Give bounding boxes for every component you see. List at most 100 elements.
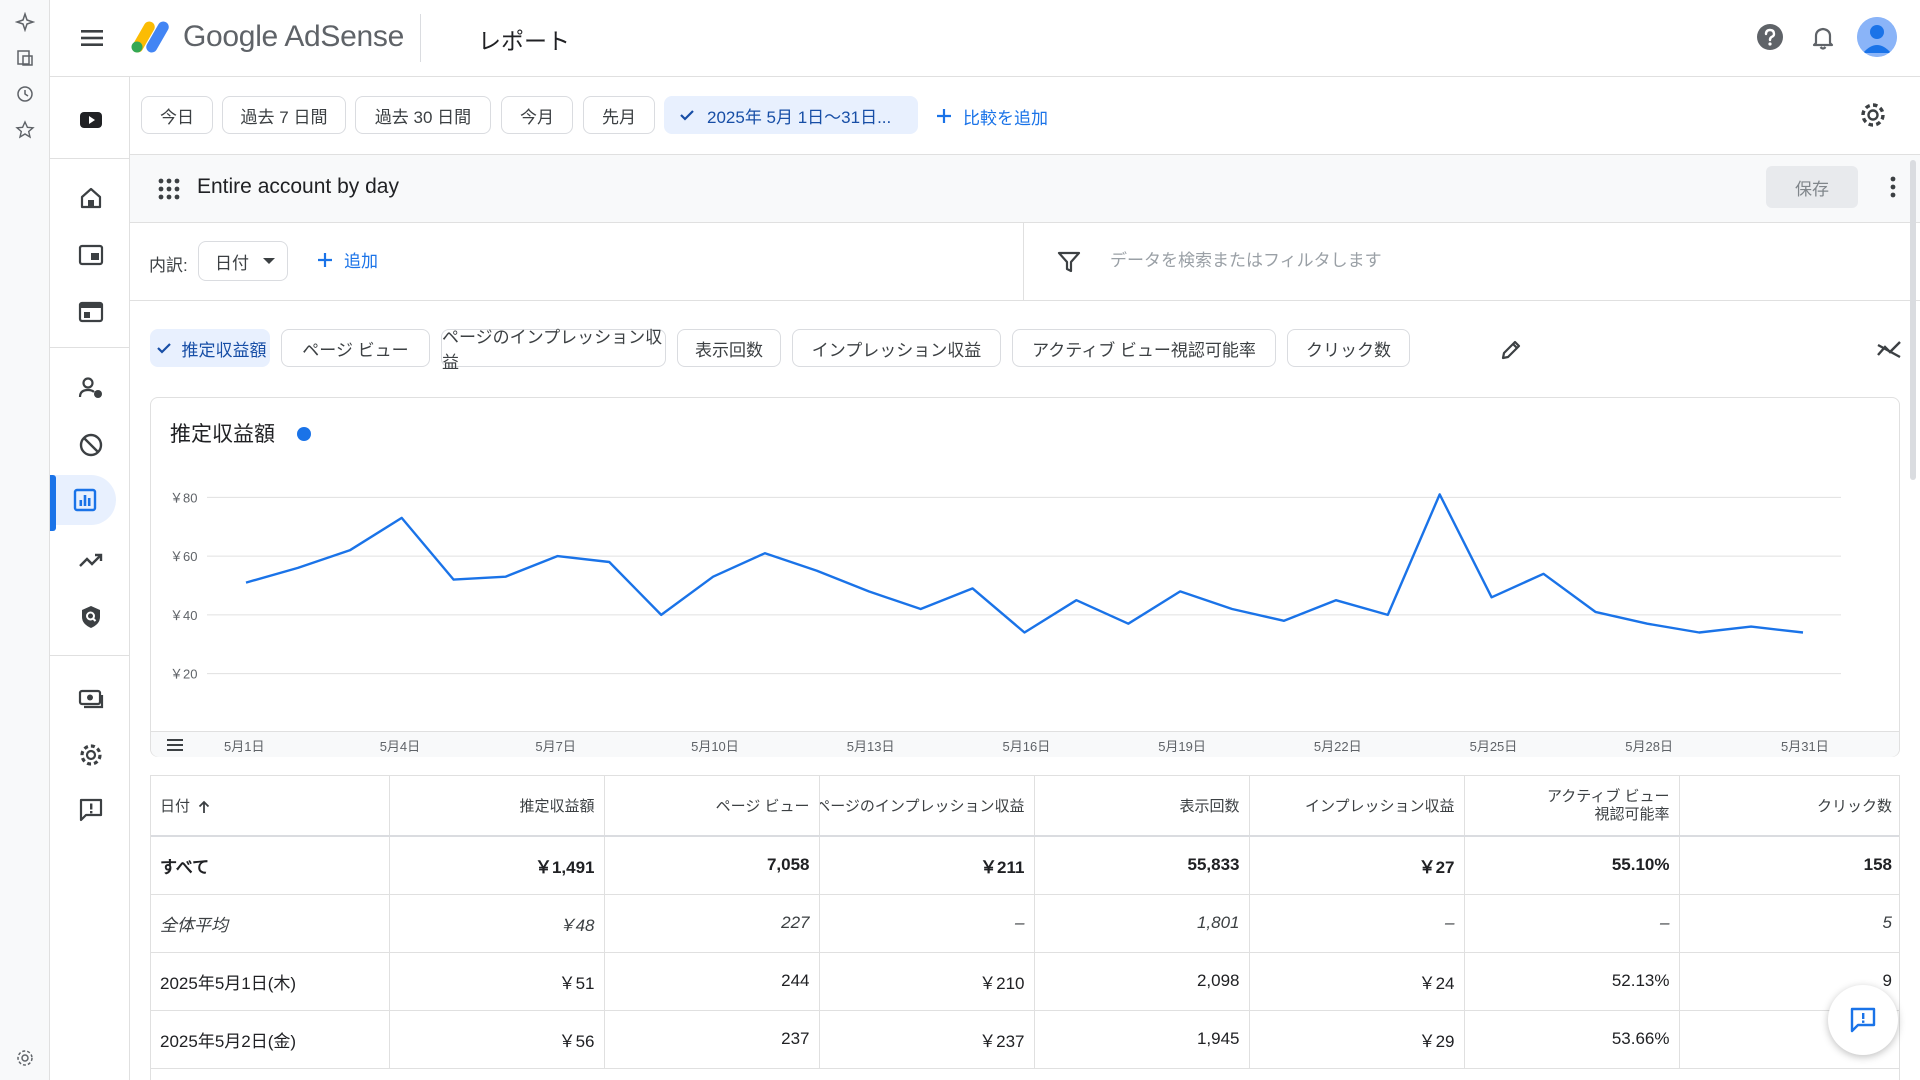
metric-chip-active-view-viewable[interactable]: アクティブ ビュー視認可能率 [1012, 329, 1276, 367]
date-chip-last-7-days[interactable]: 過去 7 日間 [222, 96, 346, 134]
breakdown-dimension-select[interactable]: 日付 [198, 241, 288, 281]
report-name[interactable]: Entire account by day [197, 175, 399, 199]
table-row[interactable]: 2025年5月2日(金) ￥56 237 ￥237 1,945 ￥29 53.6… [151, 1010, 1899, 1069]
metric-chip-clicks[interactable]: クリック数 [1287, 329, 1410, 367]
report-settings-gear-icon[interactable] [1857, 99, 1889, 131]
chart-toggle-icon[interactable] [1875, 335, 1903, 363]
nav-ads[interactable] [66, 230, 116, 280]
column-header-page-views[interactable]: ページ ビュー [604, 776, 820, 837]
date-chip-last-30-days[interactable]: 過去 30 日間 [355, 96, 491, 134]
check-icon [677, 105, 697, 125]
sparkle-pin-icon[interactable] [15, 12, 35, 32]
data-point[interactable] [606, 559, 612, 565]
table-row[interactable]: 2025年5月1日(木) ￥51 244 ￥210 2,098 ￥24 52.1… [151, 952, 1899, 1011]
product-name[interactable]: Google AdSense [183, 20, 404, 54]
save-button[interactable]: 保存 [1766, 166, 1858, 208]
date-chip-custom-range[interactable]: 2025年 5月 1日～31日... [664, 96, 918, 134]
page-scrollbar[interactable] [1910, 160, 1916, 480]
save-page-icon[interactable] [15, 48, 35, 68]
nav-blocking-controls[interactable] [66, 420, 116, 470]
nav-sites[interactable] [66, 287, 116, 337]
series-line-estimated-earnings[interactable] [245, 493, 1804, 634]
nav-payments[interactable] [66, 673, 116, 723]
data-point[interactable] [1073, 597, 1079, 603]
data-point[interactable] [503, 574, 509, 580]
column-header-impressions[interactable]: 表示回数 [1034, 776, 1250, 837]
date-chip-last-month[interactable]: 先月 [583, 96, 655, 134]
data-point[interactable] [347, 547, 353, 553]
data-point[interactable] [1541, 571, 1547, 577]
nav-settings[interactable] [66, 730, 116, 780]
nav-privacy-messaging[interactable] [66, 363, 116, 413]
data-point[interactable] [1022, 630, 1028, 636]
youtube-icon [80, 112, 102, 128]
data-point[interactable] [1489, 594, 1495, 600]
data-point[interactable] [554, 553, 560, 559]
star-icon[interactable] [15, 120, 35, 140]
more-vert-icon[interactable] [1879, 173, 1907, 201]
menu-icon[interactable] [78, 24, 106, 52]
nav-reports[interactable] [50, 475, 116, 531]
data-point[interactable] [1437, 491, 1443, 497]
data-point[interactable] [451, 577, 457, 583]
data-point[interactable] [1385, 612, 1391, 618]
add-breakdown-button[interactable]: 追加 [314, 247, 378, 272]
data-point[interactable] [710, 574, 716, 580]
filter-icon[interactable] [1056, 249, 1082, 275]
date-chip-this-month[interactable]: 今月 [501, 96, 573, 134]
column-header-clicks[interactable]: クリック数 [1679, 776, 1899, 837]
metric-chip-impressions[interactable]: 表示回数 [677, 329, 781, 367]
column-header-date[interactable]: 日付 [151, 776, 390, 837]
data-point[interactable] [1800, 630, 1806, 636]
feedback-chat-button[interactable] [1828, 985, 1898, 1055]
data-point[interactable] [1644, 621, 1650, 627]
data-point[interactable] [1592, 609, 1598, 615]
data-point[interactable] [1333, 597, 1339, 603]
block-icon [79, 433, 103, 457]
metric-chip-page-views[interactable]: ページ ビュー [281, 329, 430, 367]
nav-optimization[interactable] [66, 535, 116, 585]
metric-chip-page-rpm[interactable]: ページのインプレッション収益 [441, 328, 666, 372]
x-tick-label: 5月19日 [1158, 739, 1206, 754]
data-point[interactable] [1748, 624, 1754, 630]
history-icon[interactable] [15, 84, 35, 104]
add-comparison-button[interactable]: 比較を追加 [933, 101, 1048, 131]
column-header-impression-rpm[interactable]: インプレッション収益 [1249, 776, 1465, 837]
data-point[interactable] [1229, 606, 1235, 612]
data-point[interactable] [814, 568, 820, 574]
nav-divider [50, 158, 130, 159]
data-point[interactable] [295, 565, 301, 571]
apps-grid-icon[interactable] [157, 177, 181, 201]
column-header-estimated-earnings[interactable]: 推定収益額 [389, 776, 605, 837]
list-icon[interactable] [165, 736, 185, 754]
edit-metrics-pencil-icon[interactable] [1498, 337, 1524, 363]
data-point[interactable] [970, 585, 976, 591]
report-table: 日付 推定収益額 ページ ビュー ページのインプレッション収益 表示回数 インプ… [150, 775, 1900, 1080]
table-cell: 7,058 [604, 836, 820, 895]
metric-chip-impression-rpm[interactable]: インプレッション収益 [792, 329, 1001, 367]
data-point[interactable] [658, 612, 664, 618]
x-tick-label: 5月10日 [691, 739, 739, 754]
nav-home[interactable] [66, 173, 116, 223]
column-header-page-rpm[interactable]: ページのインプレッション収益 [819, 776, 1035, 837]
nav-feedback[interactable] [66, 785, 116, 835]
account-avatar[interactable] [1857, 17, 1897, 57]
nav-policy-center[interactable] [66, 592, 116, 642]
data-point[interactable] [762, 550, 768, 556]
data-point[interactable] [918, 606, 924, 612]
data-point[interactable] [1177, 588, 1183, 594]
extension-settings-icon[interactable] [15, 1048, 35, 1068]
data-point[interactable] [399, 515, 405, 521]
notifications-icon[interactable] [1808, 22, 1838, 52]
data-point[interactable] [243, 580, 249, 586]
help-icon[interactable] [1755, 22, 1785, 52]
data-point[interactable] [866, 588, 872, 594]
metric-chip-estimated-earnings[interactable]: 推定収益額 [150, 329, 270, 367]
date-chip-today[interactable]: 今日 [141, 96, 213, 134]
data-point[interactable] [1125, 621, 1131, 627]
search-filter-input[interactable] [1110, 241, 1890, 281]
data-point[interactable] [1281, 618, 1287, 624]
data-point[interactable] [1696, 630, 1702, 636]
column-header-active-view-viewable[interactable]: アクティブ ビュー視認可能率 [1464, 776, 1680, 837]
nav-youtube[interactable] [66, 95, 116, 145]
